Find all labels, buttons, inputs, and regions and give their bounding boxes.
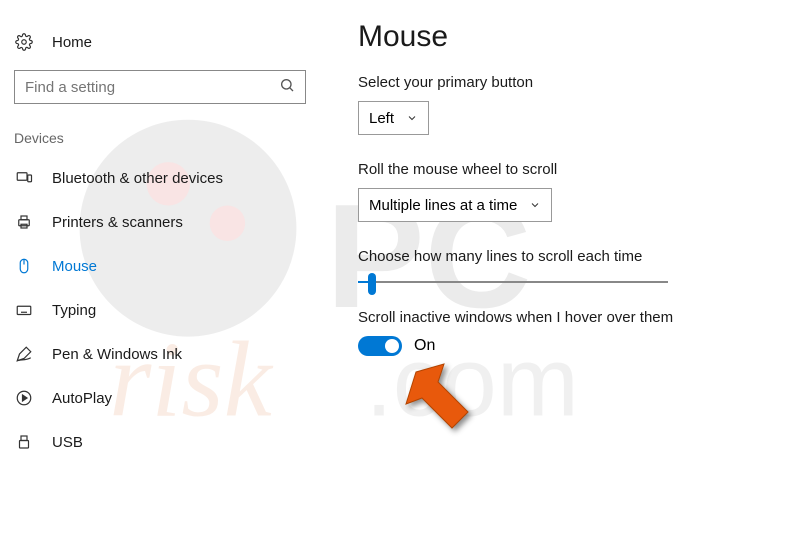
search-input-container[interactable] [14, 70, 306, 104]
sidebar-item-label: USB [52, 434, 83, 451]
search-input[interactable] [25, 79, 265, 96]
usb-icon [14, 432, 34, 452]
sidebar-item-label: Bluetooth & other devices [52, 170, 223, 187]
wheel-scroll-dropdown[interactable]: Multiple lines at a time [358, 188, 552, 222]
dropdown-value: Left [369, 110, 394, 127]
search-icon [279, 77, 295, 97]
wheel-scroll-label: Roll the mouse wheel to scroll [358, 161, 770, 178]
sidebar-item-mouse[interactable]: Mouse [8, 244, 312, 288]
primary-button-dropdown[interactable]: Left [358, 101, 429, 135]
lines-slider[interactable] [358, 281, 668, 283]
slider-thumb[interactable] [368, 273, 376, 295]
main-content: Mouse Select your primary button Left Ro… [358, 20, 770, 382]
pen-icon [14, 344, 34, 364]
autoplay-icon [14, 388, 34, 408]
sidebar-item-label: Typing [52, 302, 96, 319]
section-label: Devices [8, 126, 312, 156]
sidebar-item-label: Mouse [52, 258, 97, 275]
sidebar-item-pen[interactable]: Pen & Windows Ink [8, 332, 312, 376]
toggle-state-label: On [414, 337, 435, 355]
devices-icon [14, 168, 34, 188]
chevron-down-icon [529, 199, 541, 211]
keyboard-icon [14, 300, 34, 320]
dropdown-value: Multiple lines at a time [369, 197, 517, 214]
page-title: Mouse [358, 20, 770, 54]
sidebar-item-label: AutoPlay [52, 390, 112, 407]
sidebar-item-bluetooth[interactable]: Bluetooth & other devices [8, 156, 312, 200]
chevron-down-icon [406, 112, 418, 124]
printer-icon [14, 212, 34, 232]
lines-to-scroll-label: Choose how many lines to scroll each tim… [358, 248, 770, 265]
primary-button-label: Select your primary button [358, 74, 770, 91]
annotation-arrow-icon [400, 358, 480, 438]
settings-sidebar: Home Devices Bluetooth & other devices P… [0, 0, 320, 472]
sidebar-item-printers[interactable]: Printers & scanners [8, 200, 312, 244]
inactive-scroll-label: Scroll inactive windows when I hover ove… [358, 309, 770, 326]
gear-icon [14, 32, 34, 52]
sidebar-item-typing[interactable]: Typing [8, 288, 312, 332]
sidebar-item-autoplay[interactable]: AutoPlay [8, 376, 312, 420]
home-nav-item[interactable]: Home [8, 24, 312, 66]
sidebar-item-label: Printers & scanners [52, 214, 183, 231]
sidebar-item-label: Pen & Windows Ink [52, 346, 182, 363]
inactive-scroll-toggle[interactable] [358, 336, 402, 356]
home-label: Home [52, 34, 92, 51]
mouse-icon [14, 256, 34, 276]
toggle-knob [385, 339, 399, 353]
sidebar-item-usb[interactable]: USB [8, 420, 312, 464]
